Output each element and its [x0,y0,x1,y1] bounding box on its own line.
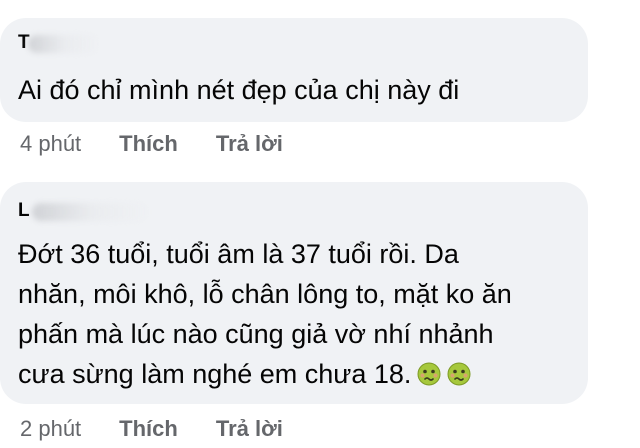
comment-author[interactable]: L [18,200,30,222]
comment-text-line: cưa sừng làm nghé em chưa 18. [18,359,412,389]
like-button[interactable]: Thích [119,131,178,157]
comment-time[interactable]: 4 phút [20,131,81,157]
comment-thread: T Ai đó chỉ mình nét đẹp của chị này đi … [0,0,640,448]
comment-text-line: Đớt 36 tuổi, tuổi âm là 37 tuổi rồi. Da [18,239,459,269]
comment-time[interactable]: 2 phút [20,416,81,442]
comment-actions: 2 phút Thích Trả lời [20,414,283,444]
comment-text-line: nhăn, môi khô, lỗ chân lông to, mặt ko ă… [18,279,512,309]
nauseated-face-icon [447,362,471,386]
comment-bubble: T Ai đó chỉ mình nét đẹp của chị này đi [0,18,588,122]
author-name-blur [32,203,150,221]
comment-text: Ai đó chỉ mình nét đẹp của chị này đi [18,75,460,105]
comment-bubble: L Đớt 36 tuổi, tuổi âm là 37 tuổi rồi. D… [0,182,588,404]
author-name-blur [28,35,100,53]
reply-button[interactable]: Trả lời [216,131,283,157]
like-button[interactable]: Thích [119,416,178,442]
reply-button[interactable]: Trả lời [216,416,283,442]
comment-text: Đớt 36 tuổi, tuổi âm là 37 tuổi rồi. Da … [18,234,568,394]
comment-text-line: phấn mà lúc nào cũng giả vờ nhí nhảnh [18,319,494,349]
comment-actions: 4 phút Thích Trả lời [20,129,283,159]
nauseated-face-icon [417,362,441,386]
